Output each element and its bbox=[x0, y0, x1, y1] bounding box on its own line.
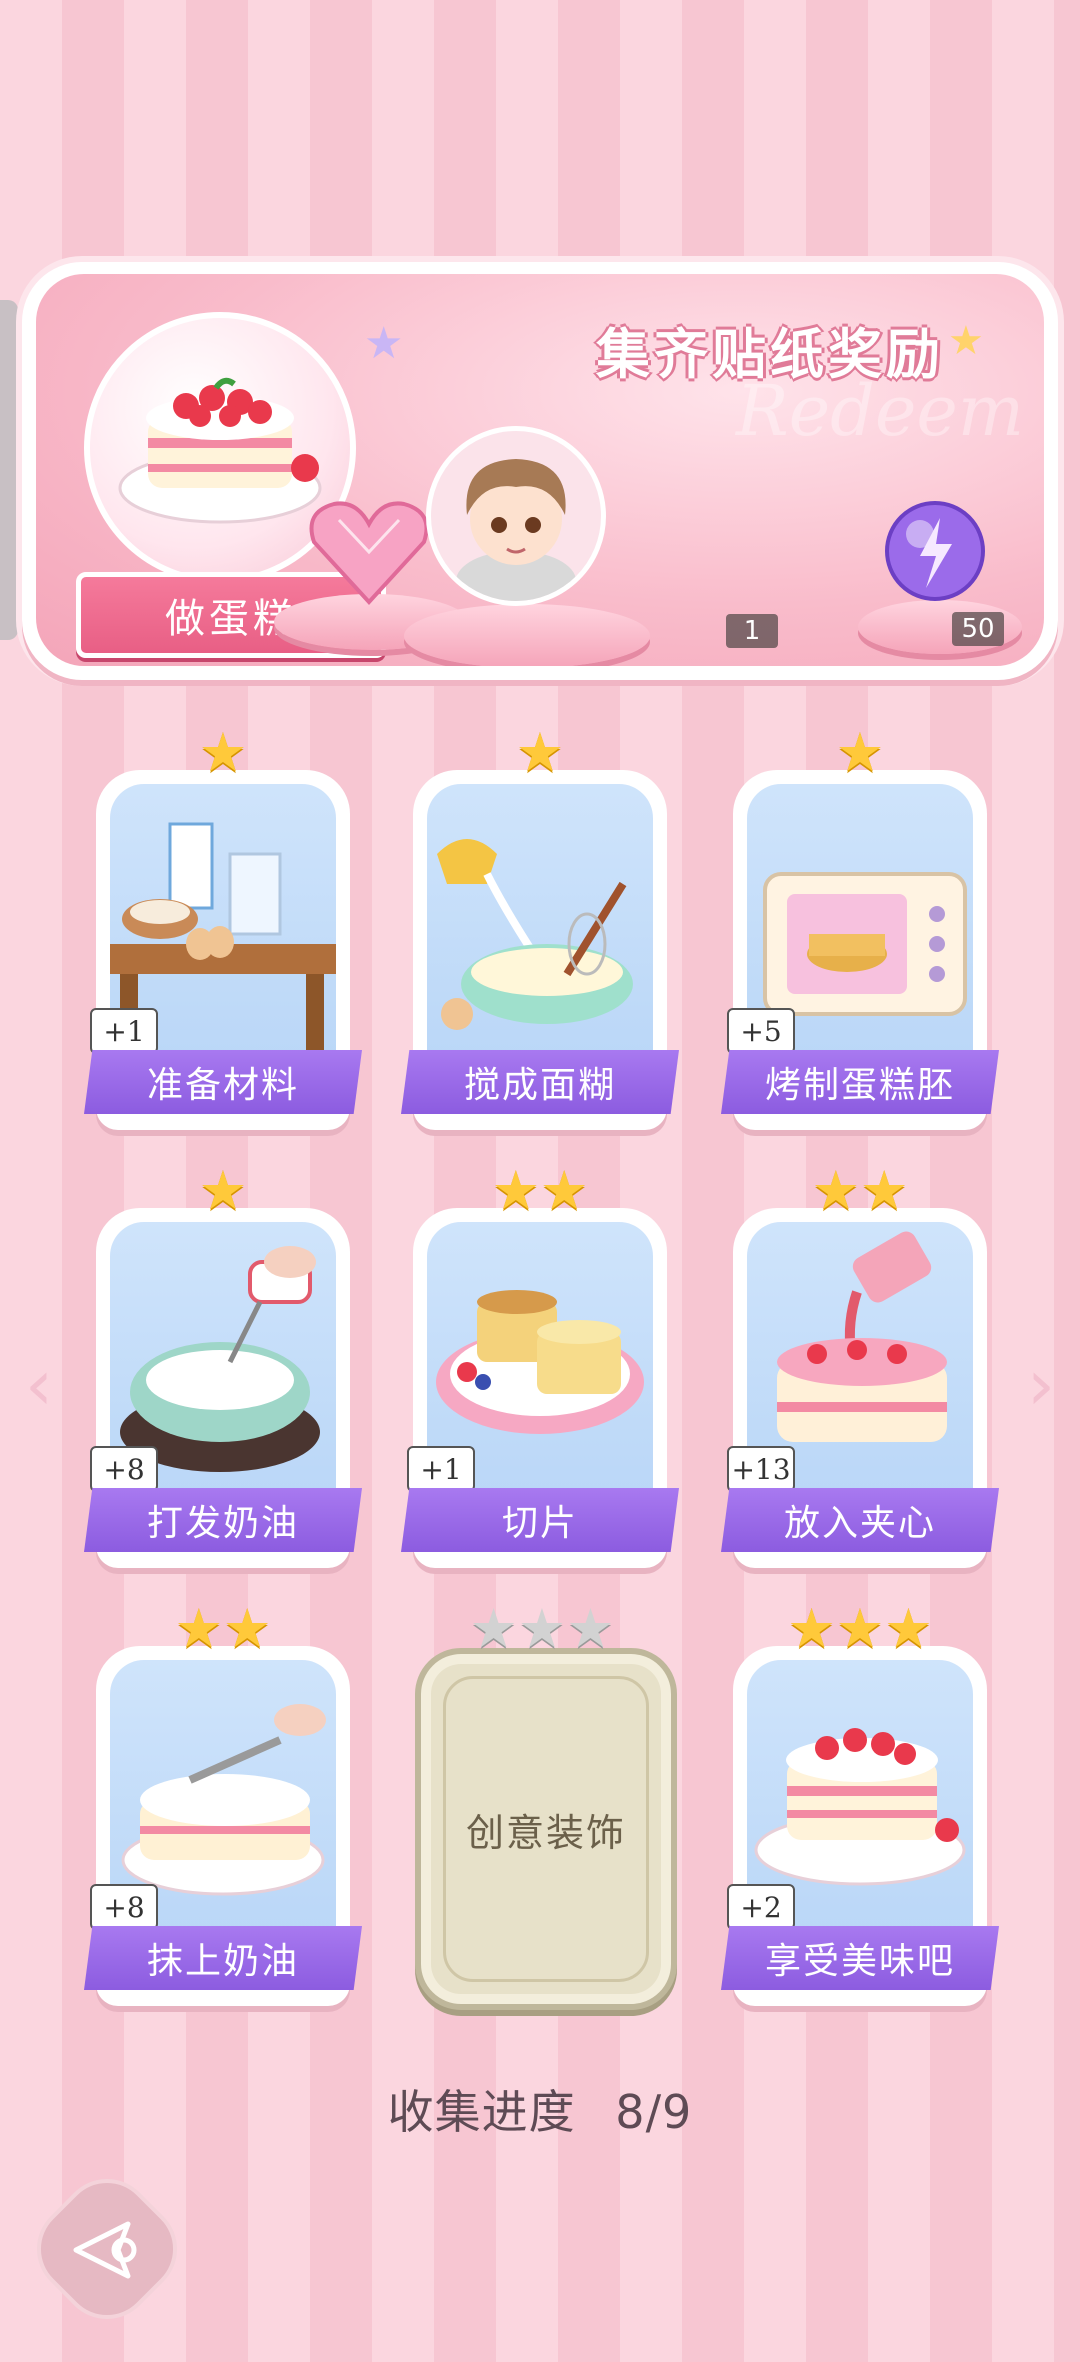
bonus-tag: +5 bbox=[727, 1008, 795, 1054]
sticker-card[interactable]: ★ ★ ★ +2 享受美味吧 bbox=[721, 1602, 999, 2006]
star-icon: ★ bbox=[198, 1159, 248, 1222]
sticker-card[interactable]: ★ ★ +1 切片 bbox=[401, 1164, 679, 1568]
star-icon: ★ bbox=[517, 1597, 567, 1660]
banner-title: 集齐贴纸奖励 bbox=[596, 323, 944, 386]
star-icon: ★ bbox=[566, 1597, 615, 1660]
collection-progress: 收集进度 8/9 bbox=[0, 2076, 1080, 2142]
bonus-tag: +2 bbox=[727, 1884, 795, 1930]
star-icon: ★ bbox=[174, 1597, 223, 1660]
star-rating: ★ bbox=[96, 1164, 350, 1218]
star-icon: ★ bbox=[811, 1159, 860, 1222]
sticker-card[interactable]: ★ +8 打发奶油 bbox=[84, 1164, 362, 1568]
star-icon: ★ bbox=[835, 721, 885, 784]
card-label: 搅成面糊 bbox=[401, 1050, 679, 1114]
star-icon: ★ bbox=[491, 1159, 540, 1222]
star-rating: ★ ★ ★ bbox=[415, 1602, 669, 1656]
locked-card-label: 创意装饰 bbox=[443, 1676, 649, 1982]
reward-count: 50 bbox=[952, 612, 1004, 646]
star-icon: ★ bbox=[787, 1597, 836, 1660]
star-icon: ★ bbox=[860, 1159, 909, 1222]
back-arrow-icon bbox=[73, 2221, 137, 2279]
bonus-tag: +13 bbox=[727, 1446, 795, 1492]
bonus-tag: +8 bbox=[90, 1446, 158, 1492]
bonus-tag: +1 bbox=[407, 1446, 475, 1492]
pink-heart-gem-icon bbox=[309, 501, 429, 605]
avatar-boy-icon bbox=[431, 431, 601, 601]
sparkle-star-icon: ★ bbox=[948, 318, 984, 364]
sparkle-star-icon: ★ bbox=[364, 318, 404, 369]
reward-avatar[interactable] bbox=[426, 426, 606, 606]
card-label: 抹上奶油 bbox=[84, 1926, 362, 1990]
star-icon: ★ bbox=[540, 1159, 589, 1222]
star-rating: ★ bbox=[733, 726, 987, 780]
sticker-card[interactable]: ★ +5 烤制蛋糕胚 bbox=[721, 726, 999, 1130]
star-icon: ★ bbox=[223, 1597, 272, 1660]
sticker-card[interactable]: ★ +1 准备材料 bbox=[84, 726, 362, 1130]
star-rating: ★ ★ bbox=[96, 1602, 350, 1656]
sticker-card[interactable]: ★ ★ +13 放入夹心 bbox=[721, 1164, 999, 1568]
card-label: 切片 bbox=[401, 1488, 679, 1552]
sticker-card[interactable]: ★ ★ +8 抹上奶油 bbox=[84, 1602, 362, 2006]
prev-page-arrow[interactable]: ‹ bbox=[14, 1345, 64, 1425]
star-icon: ★ bbox=[835, 1597, 885, 1660]
bonus-tag: +8 bbox=[90, 1884, 158, 1930]
reward-pedestal bbox=[404, 604, 650, 666]
locked-sticker-card[interactable]: ★ ★ ★ 创意装饰 bbox=[415, 1602, 677, 2010]
side-drawer-handle[interactable] bbox=[0, 300, 18, 640]
sticker-reward-banner: Redeem 集齐贴纸奖励 ★ ★ 做蛋糕 1 50 bbox=[22, 262, 1058, 680]
star-rating: ★ ★ bbox=[413, 1164, 667, 1218]
star-rating: ★ bbox=[96, 726, 350, 780]
star-icon: ★ bbox=[198, 721, 248, 784]
card-label: 放入夹心 bbox=[721, 1488, 999, 1552]
card-label: 打发奶油 bbox=[84, 1488, 362, 1552]
star-icon: ★ bbox=[884, 1597, 933, 1660]
star-rating: ★ ★ bbox=[733, 1164, 987, 1218]
reward-count: 1 bbox=[726, 614, 778, 648]
next-page-arrow[interactable]: › bbox=[1016, 1345, 1066, 1425]
card-label: 烤制蛋糕胚 bbox=[721, 1050, 999, 1114]
purple-energy-orb-icon bbox=[885, 501, 985, 601]
reward-heart-gem[interactable] bbox=[304, 492, 434, 612]
star-icon: ★ bbox=[469, 1597, 518, 1660]
card-illustration bbox=[427, 784, 653, 1076]
progress-value: 8/9 bbox=[615, 2085, 693, 2139]
card-label: 准备材料 bbox=[84, 1050, 362, 1114]
star-icon: ★ bbox=[515, 721, 565, 784]
card-label: 享受美味吧 bbox=[721, 1926, 999, 1990]
sticker-card[interactable]: ★ 搅成面糊 bbox=[401, 726, 679, 1130]
star-rating: ★ bbox=[413, 726, 667, 780]
bonus-tag: +1 bbox=[90, 1008, 158, 1054]
progress-label: 收集进度 bbox=[387, 2085, 576, 2139]
banner-background: Redeem 集齐贴纸奖励 ★ ★ 做蛋糕 1 50 bbox=[36, 274, 1044, 666]
star-rating: ★ ★ ★ bbox=[733, 1602, 987, 1656]
reward-energy-orb[interactable] bbox=[880, 496, 990, 606]
